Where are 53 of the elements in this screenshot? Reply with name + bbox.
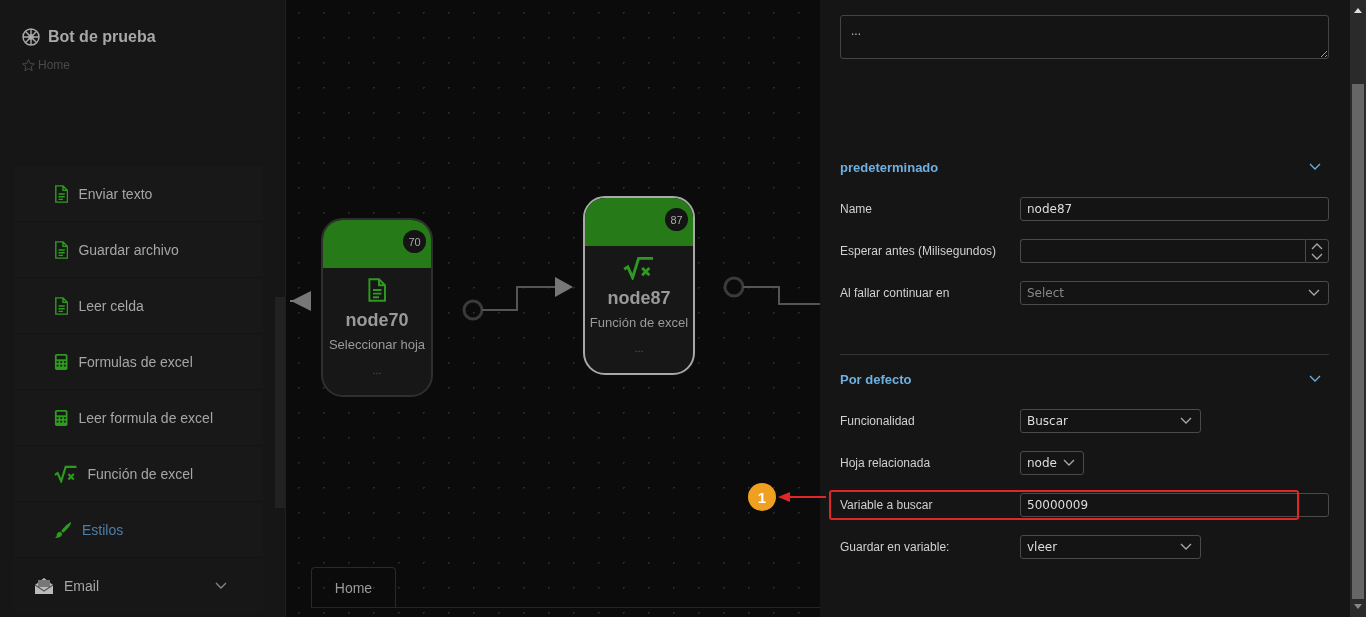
select-field[interactable]: node — [1020, 451, 1084, 475]
chevron-icon — [1309, 375, 1321, 383]
bot-title: Bot de prueba — [48, 28, 156, 46]
document-icon — [54, 240, 69, 259]
document-icon — [367, 278, 387, 302]
section-title[interactable]: Por defecto — [840, 371, 912, 387]
node-title: node87 — [607, 288, 671, 309]
text-field[interactable]: 50000009 — [1020, 493, 1329, 517]
node-title: node70 — [345, 310, 409, 331]
select-field[interactable]: vleer — [1020, 535, 1201, 559]
field-label: Al fallar continuar en — [840, 286, 951, 300]
arrow-icon — [776, 491, 826, 503]
calculator-icon — [54, 408, 69, 427]
document-icon — [54, 184, 69, 203]
description-field[interactable]: ... — [840, 15, 1329, 59]
field-label: Funcionalidad — [840, 414, 916, 428]
select-field[interactable]: Buscar — [1020, 409, 1201, 433]
chevron-icon — [1180, 543, 1192, 551]
number-field[interactable] — [1020, 239, 1305, 263]
text-field[interactable]: node87 — [1020, 197, 1329, 221]
node-subtitle: Seleccionar hoja — [328, 337, 426, 352]
down-arrow-icon — [1353, 603, 1363, 611]
spin-button[interactable] — [1305, 239, 1329, 263]
flow-node[interactable]: 87 node87 Función de excel ... — [583, 196, 695, 375]
chevron-icon — [215, 581, 227, 590]
node-subtitle: Función de excel — [589, 315, 689, 330]
node-badge: 87 — [665, 208, 688, 231]
field-label: Name — [840, 202, 873, 216]
brush-icon — [54, 520, 72, 539]
field-label: Hoja relacionada — [840, 456, 932, 470]
canvas-tab[interactable]: Home — [311, 567, 396, 607]
scrollbar[interactable] — [1350, 0, 1366, 617]
up-arrow-icon — [1353, 6, 1363, 14]
square-root-icon — [623, 256, 655, 280]
node-badge: 70 — [403, 230, 426, 253]
field-label: Esperar antes (Milisegundos) — [840, 244, 998, 258]
chevron-icon — [1180, 417, 1192, 425]
flow-node[interactable]: 70 node70 Seleccionar hoja ... — [321, 218, 433, 397]
field-label: Guardar en variable: — [840, 540, 951, 554]
calculator-icon — [54, 352, 69, 371]
field-label: Variable a buscar — [840, 498, 934, 512]
section-title[interactable]: predeterminado — [840, 159, 939, 175]
wheel-icon — [22, 28, 40, 46]
node-footer: ... — [634, 342, 644, 354]
chevron-icon — [1308, 289, 1320, 297]
square-root-icon — [54, 464, 78, 483]
chevron-icon — [1309, 163, 1321, 171]
star-icon — [22, 58, 35, 72]
envelope-icon — [34, 576, 54, 595]
document-icon — [54, 296, 69, 315]
chevron-icon — [1063, 459, 1075, 467]
node-footer: ... — [372, 364, 382, 376]
select-field[interactable]: Select — [1020, 281, 1329, 305]
